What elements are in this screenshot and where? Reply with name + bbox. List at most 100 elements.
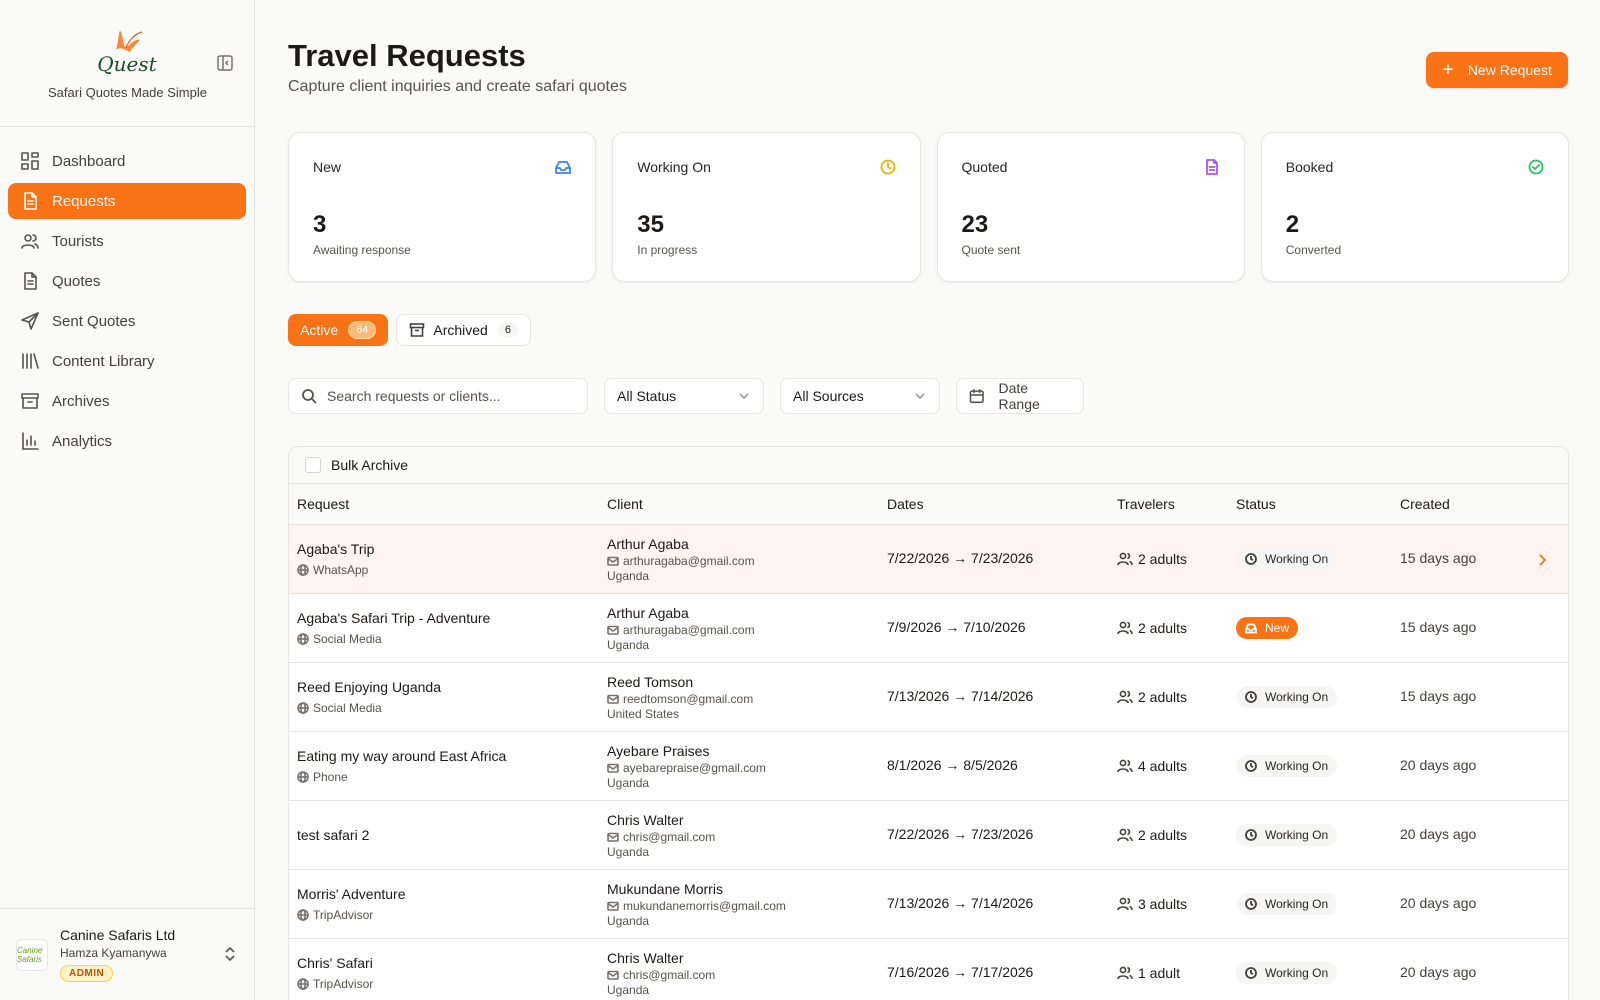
source-filter-select[interactable]: All Sources [780,378,940,414]
new-request-button[interactable]: + New Request [1426,52,1568,88]
stat-card-quoted[interactable]: Quoted 23 Quote sent [936,132,1245,282]
created-cell: 15 days ago [1400,550,1550,568]
stat-note: In progress [637,243,698,257]
globe-icon [297,909,309,921]
client-name: Arthur Agaba [607,604,689,621]
users-icon [1117,690,1133,704]
sidebar-nav: Dashboard Requests Tourists Quotes Sent … [0,127,254,459]
chevron-down-icon [739,393,749,400]
table-row[interactable]: Chris' Safari TripAdvisor Chris Walter chri… [289,939,1568,1000]
date-range-button[interactable]: Date Range [956,378,1084,414]
search-input[interactable] [327,388,577,404]
quest-logo[interactable]: Quest [96,24,158,78]
table-row[interactable]: test safari 2 Chris Walter chris@gmail.com… [289,801,1568,870]
client-country: Uganda [607,982,650,997]
trip-dates: 7/22/2026 → 7/23/2026 [887,550,1034,566]
mail-icon [607,832,619,842]
sidebar-item-archives[interactable]: Archives [8,383,246,419]
tab-active[interactable]: Active 64 [288,314,389,346]
travelers-cell: 2 adults [1117,551,1236,567]
created-cell: 20 days ago [1400,757,1550,775]
org-avatar: Canine Safaris [16,939,48,971]
request-title: Morris' Adventure [297,886,406,902]
client-email-text: chris@gmail.com [623,829,716,844]
client-email: chris@gmail.com [607,830,887,844]
request-title: Eating my way around East Africa [297,748,507,764]
sidebar-item-content-library[interactable]: Content Library [8,343,246,379]
client-name: Chris Walter [607,811,684,828]
stat-card-booked[interactable]: Booked 2 Converted [1260,132,1569,282]
created-ago: 20 days ago [1400,826,1477,842]
search-box [288,378,588,414]
brand-header: Quest Safari Quotes Made Simple [0,0,254,127]
clock-icon [1245,553,1257,565]
bar-chart-icon [22,432,39,450]
created-cell: 20 days ago [1400,826,1550,844]
users-icon [1117,828,1133,842]
status-badge: Working On [1236,824,1338,846]
created-cell: 20 days ago [1400,895,1550,913]
file-text-icon [24,272,37,290]
client-name: Arthur Agaba [607,535,689,552]
status-badge: Working On [1236,755,1338,777]
table-row[interactable]: Morris' Adventure TripAdvisor Mukundane Mo… [289,870,1568,939]
created-ago: 15 days ago [1400,550,1477,566]
client-email-text: arthuragaba@gmail.com [623,622,755,637]
table-row[interactable]: Agaba's Safari Trip - Adventure Social Me… [289,594,1568,663]
chevrons-up-down-icon[interactable] [222,945,238,963]
status-cell: New [1236,617,1400,639]
table-row[interactable]: Eating my way around East Africa Phone Aye… [289,732,1568,801]
request-source: TripAdvisor [297,977,607,991]
status-badge: Working On [1236,548,1338,570]
sidebar-collapse-icon[interactable] [216,54,234,72]
table-row[interactable]: Agaba's Trip WhatsApp Arthur Agaba arthurag… [289,525,1568,594]
stat-label: Working On [637,159,711,175]
client-country: Uganda [607,568,650,583]
trip-dates: 7/13/2026 → 7/14/2026 [887,688,1034,704]
stat-card-working-on[interactable]: Working On 35 In progress [612,132,921,282]
tab-count: 64 [348,321,377,339]
client-email-text: mukundanemorris@gmail.com [623,898,786,913]
sidebar-item-quotes[interactable]: Quotes [8,263,246,299]
sidebar-item-analytics[interactable]: Analytics [8,423,246,459]
client-name: Chris Walter [607,949,684,966]
users-icon [1117,966,1133,980]
table-header: Request Client Dates Travelers Status Cr… [289,484,1568,525]
user-menu[interactable]: Canine Safaris Canine Safaris Ltd Hamza … [0,908,255,1000]
dates-cell: 7/16/2026 → 7/17/2026 [887,964,1117,982]
tab-count: 6 [497,322,518,338]
sidebar-item-dashboard[interactable]: Dashboard [8,143,246,179]
sidebar-item-requests[interactable]: Requests [8,183,246,219]
stat-card-new[interactable]: New 3 Awaiting response [288,132,597,282]
clock-icon [1245,691,1257,703]
sidebar-item-sent-quotes[interactable]: Sent Quotes [8,303,246,339]
plus-icon: + [1442,59,1454,81]
request-source: Social Media [297,632,607,646]
chevron-right-icon[interactable] [1536,553,1548,567]
column-header-request: Request [297,496,350,512]
travelers-cell: 4 adults [1117,758,1236,774]
client-cell: Ayebare Praises ayebarepraise@gmail.com Ug… [607,743,887,790]
status-filter-select[interactable]: All Status [604,378,764,414]
stat-note: Quote sent [961,243,1021,257]
column-header-client: Client [607,496,643,512]
table-row[interactable]: Reed Enjoying Uganda Social Media Reed Tom… [289,663,1568,732]
sidebar-item-label: Dashboard [52,152,126,170]
stat-value: 2 [1285,211,1300,238]
trip-dates: 7/13/2026 → 7/14/2026 [887,895,1034,911]
inbox-icon [1245,623,1257,634]
created-ago: 20 days ago [1400,895,1477,911]
column-header-travelers: Travelers [1117,496,1175,512]
sidebar-item-label: Content Library [52,352,155,370]
bulk-select-checkbox[interactable] [305,457,321,473]
travelers: 2 adults [1117,551,1236,567]
sidebar-item-tourists[interactable]: Tourists [8,223,246,259]
travelers-cell: 2 adults [1117,827,1236,843]
stat-note: Awaiting response [313,243,411,257]
users-icon [1117,759,1133,773]
request-source-label: TripAdvisor [313,908,374,922]
tab-archived[interactable]: Archived 6 [396,314,531,346]
client-email: arthuragaba@gmail.com [607,623,887,637]
travelers: 2 adults [1117,620,1236,636]
travelers-count: 2 adults [1138,620,1188,636]
